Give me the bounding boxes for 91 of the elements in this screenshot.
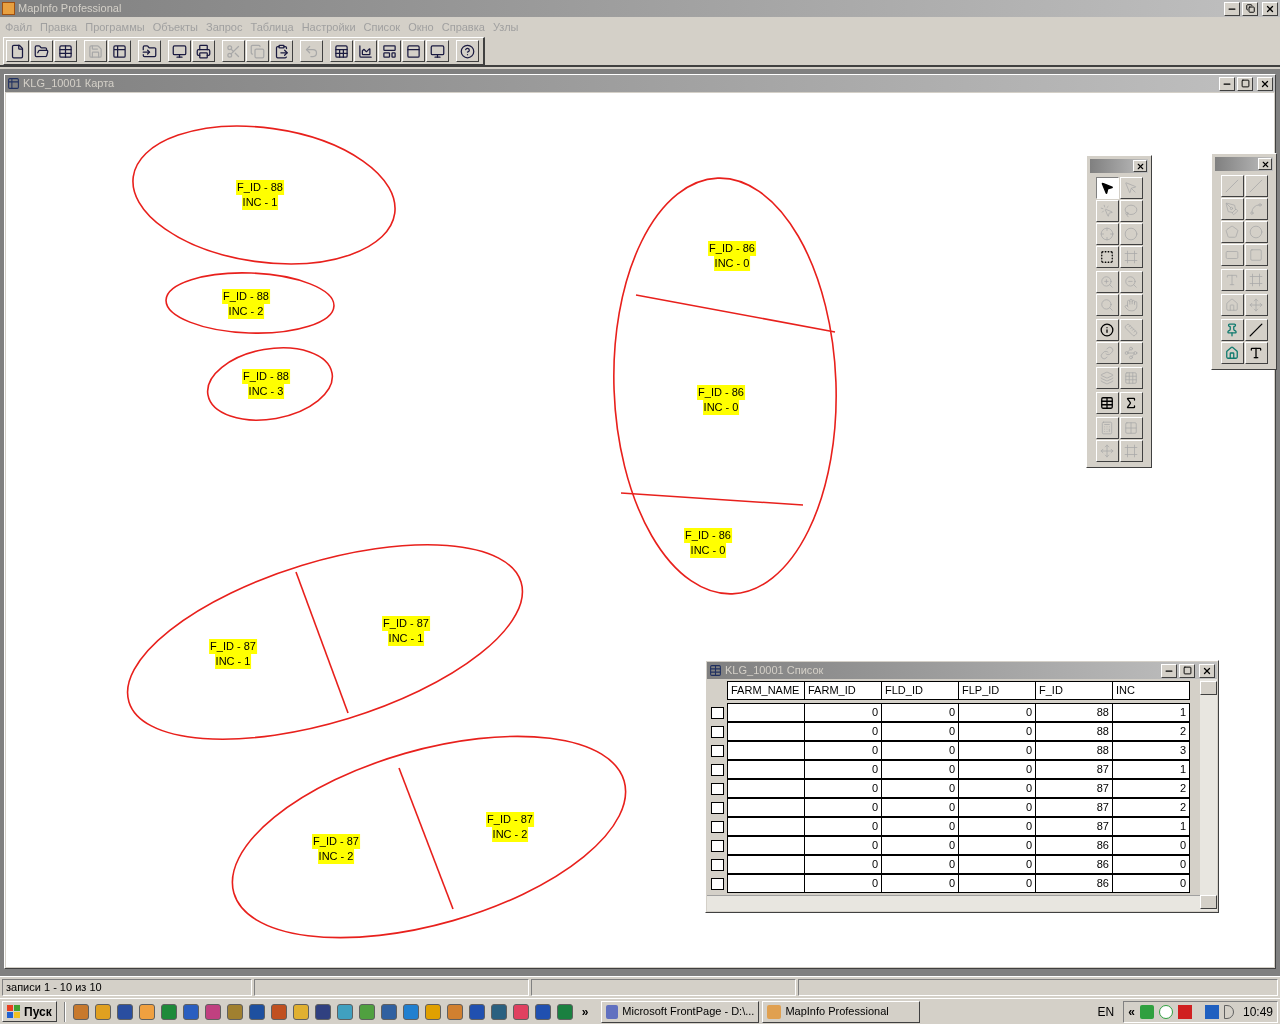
map-label: F_ID - 88 INC - 2 — [222, 289, 270, 319]
table-cell: 0 — [804, 702, 882, 722]
row-select-box[interactable] — [710, 858, 724, 871]
table-cell: 0 — [958, 702, 1036, 722]
quick-launch-icon[interactable] — [336, 1003, 353, 1020]
map-window-icon — [7, 77, 20, 90]
row-select-box[interactable] — [710, 744, 724, 757]
quick-launch-icon[interactable] — [94, 1003, 111, 1020]
quick-launch-icon[interactable] — [556, 1003, 573, 1020]
quick-launch-icon[interactable] — [270, 1003, 287, 1020]
quick-launch-icon[interactable] — [182, 1003, 199, 1020]
map-label: F_ID - 87 INC - 1 — [382, 616, 430, 646]
quick-launch-icon[interactable] — [204, 1003, 221, 1020]
row-select-box[interactable] — [710, 763, 724, 776]
maximize-icon — [1240, 79, 1250, 88]
quick-launch-icon[interactable] — [402, 1003, 419, 1020]
row-select-box[interactable] — [710, 801, 724, 814]
vertical-scrollbar[interactable] — [1200, 679, 1217, 911]
quick-launch-icon[interactable] — [490, 1003, 507, 1020]
clock: 10:49 — [1242, 1003, 1273, 1021]
status-field: записи 1 - 10 из 10 — [2, 979, 252, 996]
row-select-box[interactable] — [710, 725, 724, 738]
horizontal-scrollbar[interactable] — [707, 895, 1200, 911]
quick-launch-icon[interactable] — [424, 1003, 441, 1020]
window-title: KLG_10001 Список — [725, 663, 824, 679]
maximize-button[interactable] — [1237, 76, 1253, 91]
row-select-box[interactable] — [710, 782, 724, 795]
quick-launch-icon[interactable] — [314, 1003, 331, 1020]
quick-launch-icon[interactable] — [512, 1003, 529, 1020]
maximize-button[interactable] — [1179, 663, 1195, 678]
more-button[interactable]: » — [581, 1002, 589, 1021]
map-label: F_ID - 86 INC - 0 — [708, 241, 756, 271]
map-label: F_ID - 88 INC - 1 — [236, 180, 284, 210]
row-select-box[interactable] — [710, 706, 724, 719]
app-icon — [2, 2, 15, 15]
table-cell: 0 — [881, 702, 959, 722]
browser-window-icon — [709, 664, 722, 677]
column-header[interactable]: FARM_NAME — [727, 681, 805, 700]
row-select-box[interactable] — [710, 820, 724, 833]
quick-launch-icon[interactable] — [380, 1003, 397, 1020]
column-header[interactable]: FLD_ID — [881, 681, 959, 700]
taskbar-button[interactable]: MapInfo Professional — [762, 1000, 921, 1023]
windows-logo-icon — [7, 1005, 21, 1018]
app-icon — [767, 1004, 782, 1019]
minimize-button[interactable] — [1219, 76, 1235, 91]
map-label: F_ID - 87 INC - 2 — [312, 834, 360, 864]
quick-launch-icon[interactable] — [358, 1003, 375, 1020]
app-icon — [606, 1004, 619, 1019]
tool-button[interactable] — [1095, 177, 1119, 199]
column-header[interactable]: FARM_ID — [804, 681, 882, 700]
quick-launch-icon[interactable] — [534, 1003, 551, 1020]
restore-button[interactable] — [1242, 1, 1258, 16]
quick-launch-icon[interactable] — [468, 1003, 485, 1020]
restore-icon — [1245, 4, 1255, 13]
column-header[interactable]: FLP_ID — [958, 681, 1036, 700]
quick-launch-icon[interactable] — [160, 1003, 177, 1020]
map-label: F_ID - 88 INC - 3 — [242, 369, 290, 399]
table-cell: 1 — [1112, 702, 1190, 722]
tray-expand-button[interactable]: « — [1128, 1002, 1135, 1021]
window-title: MapInfo Professional — [18, 1, 122, 17]
window-title: KLG_10001 Карта — [23, 76, 115, 92]
map-label: F_ID - 86 INC - 0 — [684, 528, 732, 558]
quick-launch-icon[interactable] — [292, 1003, 309, 1020]
row-select-box[interactable] — [710, 839, 724, 852]
quick-launch-icon[interactable] — [72, 1003, 89, 1020]
close-icon — [1202, 665, 1212, 676]
quick-launch-icon[interactable] — [116, 1003, 133, 1020]
map-label: F_ID - 87 INC - 2 — [486, 812, 534, 842]
start-button[interactable]: Пуск — [2, 1001, 57, 1022]
language-indicator[interactable]: EN — [1091, 1002, 1121, 1021]
quick-launch-icon[interactable] — [138, 1003, 155, 1020]
quick-launch-icon[interactable] — [446, 1003, 463, 1020]
table-cell: 88 — [1035, 702, 1113, 722]
map-label: F_ID - 86 INC - 0 — [697, 385, 745, 415]
close-icon — [1265, 3, 1275, 14]
scroll-up-button[interactable] — [1200, 681, 1217, 695]
column-header[interactable]: F_ID — [1035, 681, 1113, 700]
column-header[interactable]: INC — [1112, 681, 1190, 700]
tray-icon[interactable] — [1158, 1004, 1173, 1019]
quick-launch-icon[interactable] — [226, 1003, 243, 1020]
scroll-down-button[interactable] — [1200, 895, 1217, 909]
tray-icon[interactable] — [1177, 1004, 1192, 1019]
row-select-box[interactable] — [710, 877, 724, 890]
tray-icon[interactable] — [1204, 1004, 1219, 1019]
minimize-button[interactable] — [1161, 663, 1177, 678]
minimize-button[interactable] — [1224, 1, 1240, 16]
map-label: F_ID - 87 INC - 1 — [209, 639, 257, 669]
close-icon — [1260, 78, 1270, 89]
taskbar-button[interactable]: Microsoft FrontPage - D:\... — [601, 1000, 760, 1023]
maximize-icon — [1182, 666, 1192, 675]
quick-launch-icon[interactable] — [248, 1003, 265, 1020]
